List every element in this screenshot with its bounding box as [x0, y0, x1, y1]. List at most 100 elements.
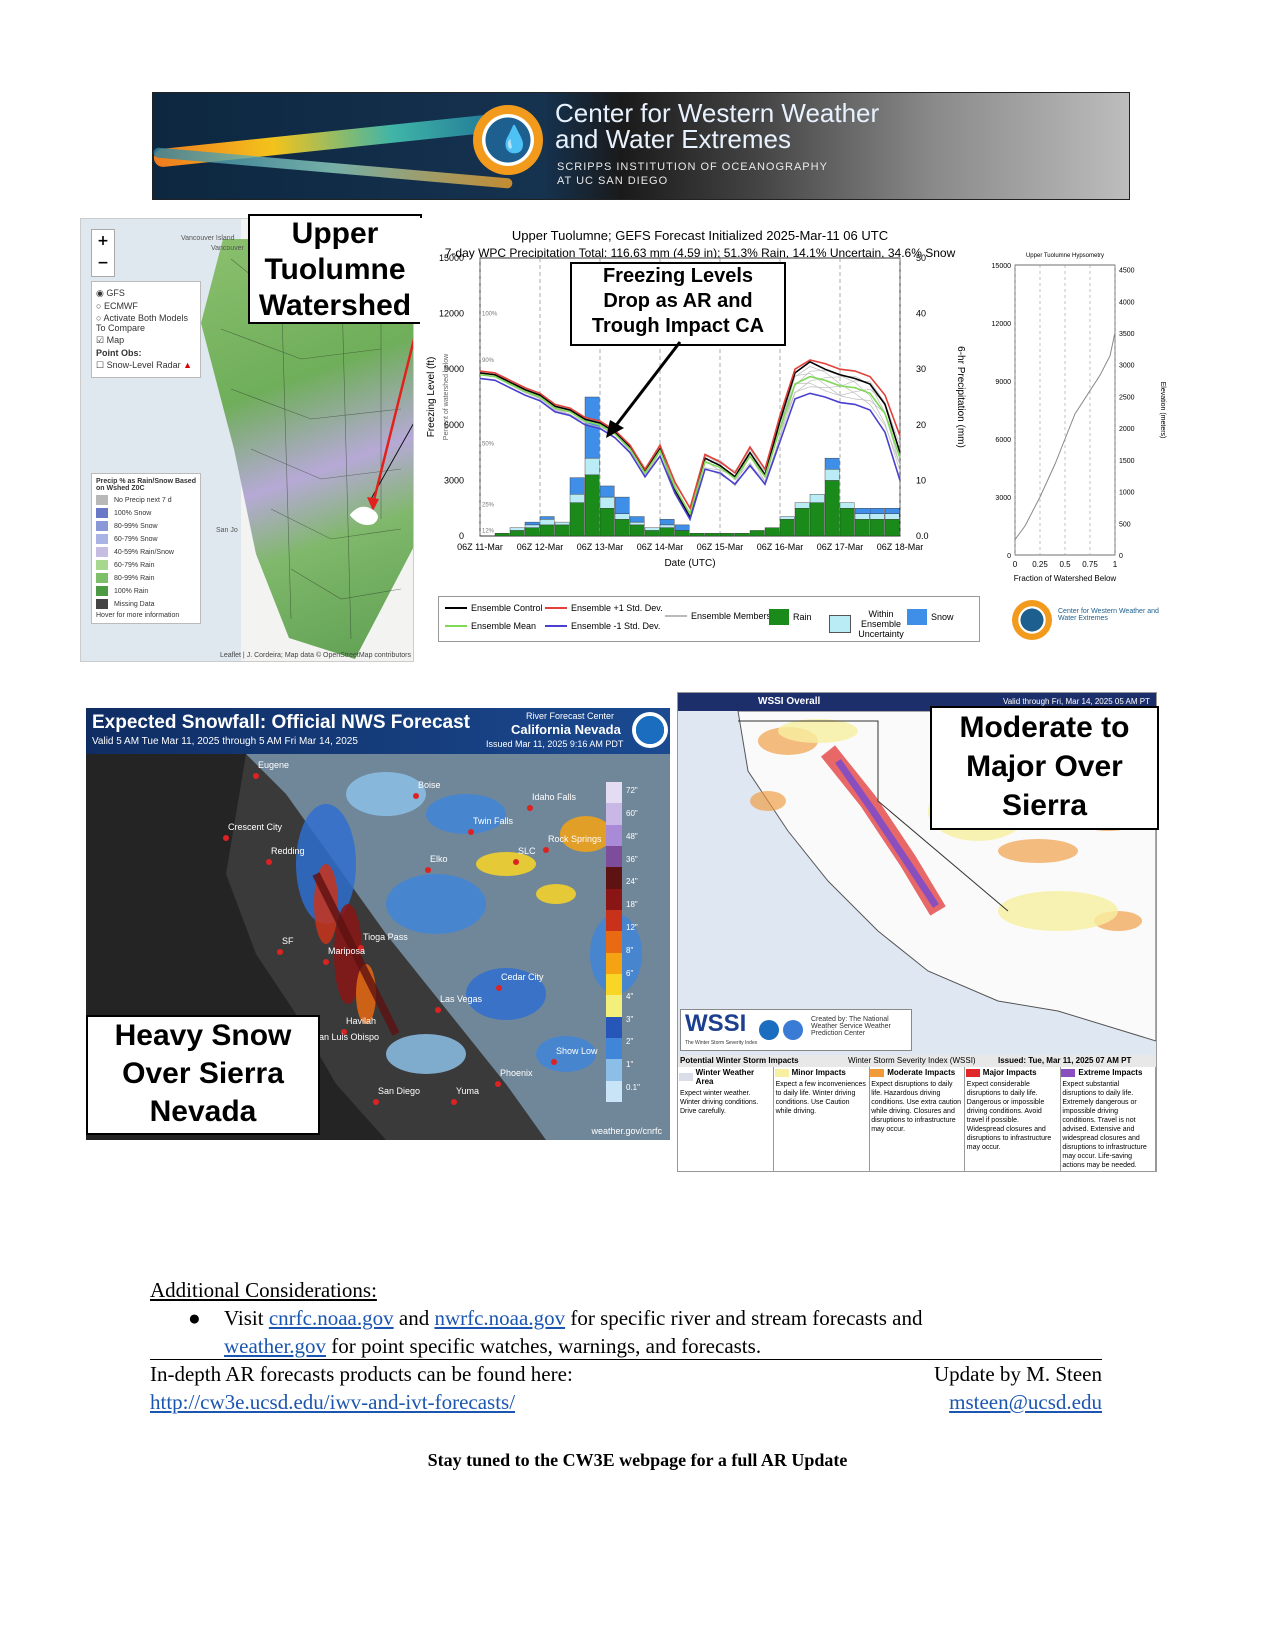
precip-bar-snow — [824, 457, 840, 470]
scale-swatch — [606, 1080, 622, 1102]
precip-bar-uncertain — [644, 527, 660, 531]
city-label: SLC — [518, 846, 536, 856]
legend-ensemble-mean-swatch — [445, 625, 467, 627]
hypsometry-y2-tick: 500 — [1119, 521, 1131, 528]
precip-bar-rain — [794, 508, 810, 537]
model-option-gfs[interactable]: ◉ GFS — [96, 288, 196, 299]
precip-legend-swatch — [96, 573, 108, 583]
y2-tick-label: 10 — [916, 475, 926, 485]
city-label: Boise — [418, 780, 441, 790]
snowfall-area — [386, 874, 486, 934]
precip-bar-rain — [734, 533, 750, 537]
zoom-out-button[interactable]: − — [92, 252, 114, 274]
wssi-category-description: Expect considerable disruptions to daily… — [966, 1081, 1052, 1151]
footer-left-text: In-depth AR forecasts products can be fo… — [150, 1362, 573, 1386]
wssi-category: Moderate Impacts Expect disruptions to da… — [869, 1067, 966, 1171]
scale-swatch — [606, 782, 622, 804]
scale-label: 6" — [626, 968, 634, 978]
precip-legend: Precip % as Rain/Snow Based on Wshed Z0C… — [91, 473, 201, 624]
wssi-logo-sub: The Winter Storm Severity Index — [685, 1040, 758, 1046]
precip-bar-uncertain — [629, 521, 645, 526]
hypsometry-x-tick: 0.75 — [1082, 560, 1098, 569]
city-marker — [266, 859, 272, 865]
hypsometry-y2-tick: 2000 — [1119, 426, 1135, 433]
scale-label: 12" — [626, 923, 638, 933]
hypsometry-y2-tick: 4000 — [1119, 299, 1135, 306]
wssi-category-swatch — [965, 1068, 980, 1077]
legend-ensemble-control: Ensemble Control — [445, 603, 543, 613]
map-toggle-checkbox[interactable]: ☑ Map — [96, 335, 196, 346]
point-obs-label: Point Obs: — [96, 348, 142, 358]
legend-ensemble-members-swatch — [665, 615, 687, 617]
weather-gov-link[interactable]: weather.gov — [224, 1334, 326, 1358]
legend-ensemble-mean: Ensemble Mean — [445, 621, 536, 631]
city-label: Crescent City — [228, 822, 283, 832]
precip-bar-uncertain — [839, 502, 855, 509]
wssi-category: Major Impacts Expect considerable disrupt… — [965, 1067, 1061, 1171]
precip-legend-item: 80-99% Rain — [96, 573, 196, 583]
scale-swatch — [606, 846, 622, 868]
upper-tuolumne-outline — [349, 506, 378, 525]
zoom-control[interactable]: + − — [91, 229, 115, 277]
legend-rain: Rain — [769, 609, 812, 625]
hypsometry-y-tick: 9000 — [995, 379, 1011, 386]
precip-bar-rain — [884, 519, 900, 537]
wssi-category: Minor Impacts Expect a few inconveniences… — [774, 1067, 870, 1171]
scale-swatch — [606, 952, 622, 974]
pct-tick-label: 50% — [482, 441, 495, 447]
precip-bar-uncertain — [539, 519, 555, 526]
legend-ensemble-control-label: Ensemble Control — [471, 603, 543, 613]
wssi-category: Extreme Impacts Expect substantial disrup… — [1060, 1067, 1156, 1171]
model-option-ecmwf[interactable]: ○ ECMWF — [96, 301, 196, 311]
y2-tick-label: 50 — [916, 253, 926, 263]
cnrfc-link[interactable]: cnrfc.noaa.gov — [269, 1306, 394, 1330]
snow-level-radar-checkbox[interactable]: ☐ Snow-Level Radar ▲ — [96, 360, 196, 371]
model-option-both[interactable]: ○ Activate Both Models To Compare — [96, 313, 196, 333]
precip-bar-snow — [614, 496, 630, 514]
wssi-legend-header: Potential Winter Storm Impacts Winter St… — [678, 1055, 1156, 1067]
city-marker — [253, 773, 259, 779]
legend-ensemble-control-swatch — [445, 607, 467, 609]
x-tick-label: 06Z 16-Mar — [757, 542, 804, 552]
city-label: Show Low — [556, 1046, 598, 1056]
wssi-category-label: Extreme Impacts — [1078, 1068, 1143, 1077]
precip-bar-snow — [599, 485, 615, 498]
ivt-forecasts-link[interactable]: http://cw3e.ucsd.edu/iwv-and-ivt-forecas… — [150, 1388, 515, 1416]
author-email-link[interactable]: msteen@ucsd.edu — [949, 1388, 1102, 1416]
noaa-logo — [759, 1020, 779, 1040]
precip-legend-label: 100% Snow — [114, 509, 152, 517]
wssi-category: Winter Weather Area Expect winter weather… — [678, 1067, 774, 1171]
scale-label: 2" — [626, 1037, 634, 1047]
zoom-in-button[interactable]: + — [92, 230, 114, 252]
scale-label: 18" — [626, 900, 638, 910]
precip-bar-snow — [629, 516, 645, 523]
precip-legend-label: 80-99% Rain — [114, 574, 155, 582]
precip-bar-rain — [869, 519, 885, 537]
wssi-legend-header-text: Potential Winter Storm Impacts — [680, 1056, 799, 1065]
chart-legend: Ensemble Control Ensemble Mean Ensemble +1… — [438, 596, 980, 642]
heavy-snow-callout: Heavy Snow Over Sierra Nevada — [86, 1015, 320, 1135]
bullet-mid1: and — [393, 1306, 435, 1330]
hypsometry-y-tick: 0 — [1007, 553, 1011, 560]
city-label: Rock Springs — [548, 834, 602, 844]
precip-bar-snow — [569, 477, 585, 495]
legend-rain-swatch — [769, 609, 789, 625]
city-marker — [277, 949, 283, 955]
precip-legend-item: 80-99% Snow — [96, 521, 196, 531]
scale-swatch — [606, 803, 622, 825]
scale-swatch — [606, 931, 622, 953]
city-label: San Diego — [378, 1086, 420, 1096]
precip-bar-rain — [644, 530, 660, 537]
hypsometry-y-tick: 15000 — [992, 263, 1012, 270]
city-marker — [551, 1059, 557, 1065]
cw3e-small-logo — [1012, 600, 1052, 640]
precip-bar-rain — [539, 524, 555, 537]
legend-uncertain: Within Ensemble Uncertainty — [829, 609, 907, 639]
hypsometry-y2-tick: 1000 — [1119, 490, 1135, 497]
nwrfc-link[interactable]: nwrfc.noaa.gov — [434, 1306, 565, 1330]
precip-legend-label: Missing Data — [114, 600, 155, 608]
city-marker — [495, 1081, 501, 1087]
y2-tick-label: 0.0 — [916, 531, 929, 541]
wssi-legend-index: Winter Storm Severity Index (WSSI) — [848, 1056, 976, 1065]
hypsometry-x-label: Fraction of Watershed Below — [1014, 574, 1117, 583]
